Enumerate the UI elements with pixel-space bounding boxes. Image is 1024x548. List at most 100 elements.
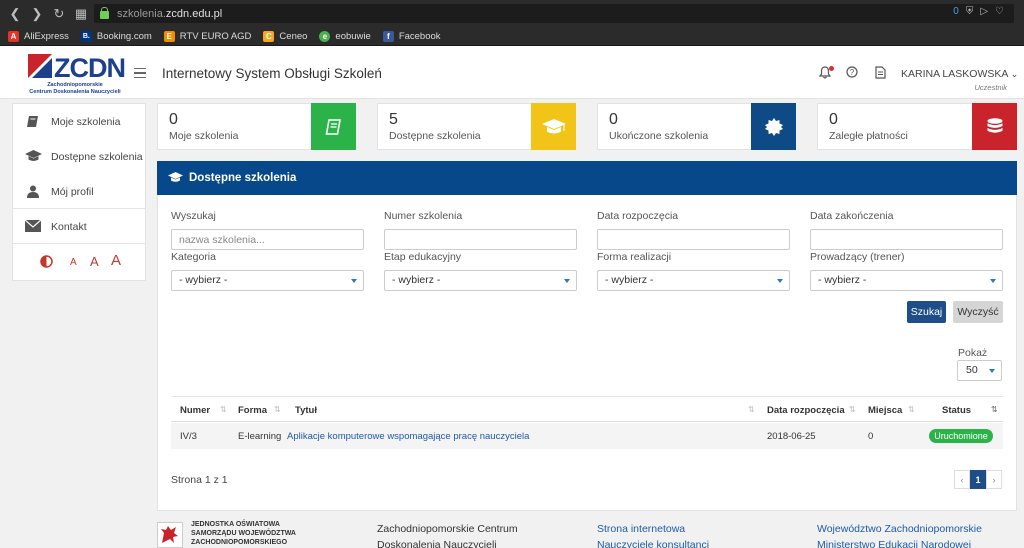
col-data-rozpoczecia[interactable]: Data rozpoczęcia (767, 405, 845, 416)
book-icon (325, 118, 341, 135)
sort-icon[interactable]: ⇅ (991, 405, 998, 414)
end-date-input[interactable] (810, 229, 1003, 250)
certificate-icon (764, 117, 783, 136)
back-icon[interactable]: ❮ (4, 3, 26, 25)
sort-icon[interactable]: ⇅ (274, 405, 281, 414)
col-tytul[interactable]: Tytuł (295, 405, 317, 416)
card-icon-box (531, 103, 576, 150)
send-icon[interactable]: ▷ (980, 6, 988, 17)
training-number-input[interactable] (384, 229, 577, 250)
logo-subtitle-1: Zachodniopomorskie (47, 82, 103, 88)
end-date-label: Data zakończenia (810, 210, 894, 222)
search-label: Wyszukaj (171, 210, 216, 222)
category-select[interactable]: - wybierz - (171, 270, 364, 291)
url-text: szkolenia.zcdn.edu.pl (117, 7, 223, 20)
page-size-label: Pokaż (958, 347, 988, 359)
card-ukonczone-szkolenia[interactable]: 0 Ukończone szkolenia (597, 103, 796, 150)
category-label: Kategoria (171, 251, 216, 263)
table-row[interactable]: IV/3 E-learning Aplikacje komputerowe ws… (171, 423, 1003, 449)
card-label: Zaległe płatności (829, 130, 908, 142)
crest-line-2: SAMORZĄDU WOJEWÓDZTWA (191, 530, 296, 537)
start-date-input[interactable] (597, 229, 790, 250)
sidebar-divider (13, 243, 145, 244)
footer-link-consultants[interactable]: Nauczyciele konsultanci (597, 539, 709, 548)
eobuwie-icon: e (319, 30, 331, 42)
ceneo-icon: C (263, 30, 275, 42)
page-info: Strona 1 z 1 (171, 474, 228, 486)
sort-icon[interactable]: ⇅ (748, 405, 755, 414)
start-date-label: Data rozpoczęcia (597, 210, 679, 222)
education-stage-select[interactable]: - wybierz - (384, 270, 577, 291)
document-icon[interactable] (873, 66, 887, 80)
col-miejsca[interactable]: Miejsca (868, 405, 902, 416)
notification-dot (829, 66, 834, 71)
card-dostepne-szkolenia[interactable]: 5 Dostępne szkolenia (377, 103, 576, 150)
font-size-small-button[interactable]: A (70, 257, 77, 268)
forward-icon[interactable]: ❯ (26, 3, 48, 25)
form-select[interactable]: - wybierz - (597, 270, 790, 291)
tabs-grid-icon[interactable]: ▦ (70, 3, 92, 25)
page-size-select[interactable]: 50 (957, 360, 1002, 381)
user-name: KARINA LASKOWSKA (901, 68, 1008, 80)
card-value: 5 (389, 111, 398, 128)
font-size-large-button[interactable]: A (111, 252, 121, 269)
next-page-button[interactable]: › (986, 470, 1002, 489)
footer-link-website[interactable]: Strona internetowa (597, 523, 685, 535)
help-icon[interactable]: ? (845, 66, 859, 80)
heart-icon[interactable]: ♡ (995, 6, 1004, 17)
cell-form: E-learning (238, 431, 282, 442)
sidebar-item-moje-szkolenia[interactable]: Moje szkolenia (13, 104, 145, 139)
sidebar-item-dostepne-szkolenia[interactable]: Dostępne szkolenia (13, 139, 145, 174)
zcdn-logo[interactable]: ZCDN Zachodniopomorskie Centrum Doskonal… (28, 53, 126, 95)
col-forma[interactable]: Forma (238, 405, 267, 416)
trainer-select[interactable]: - wybierz - (810, 270, 1003, 291)
bookmark-booking[interactable]: B. Booking.com (80, 30, 152, 42)
clear-button[interactable]: Wyczyść (953, 301, 1003, 323)
footer-link-voivodeship[interactable]: Województwo Zachodniopomorskie (817, 523, 982, 535)
sidebar-item-moj-profil[interactable]: Mój profil (13, 174, 145, 209)
user-menu[interactable]: KARINA LASKOWSKA ⌄ (901, 68, 1018, 80)
contrast-icon[interactable] (40, 255, 53, 271)
card-moje-szkolenia[interactable]: 0 Moje szkolenia (157, 103, 356, 150)
user-icon (24, 185, 42, 199)
font-size-medium-button[interactable]: A (90, 254, 99, 269)
sort-icon[interactable]: ⇅ (849, 405, 856, 414)
caret-down-icon (989, 369, 995, 373)
card-zalegle-platnosci[interactable]: 0 Zaległe płatności (817, 103, 1017, 150)
sort-icon[interactable]: ⇅ (220, 405, 227, 414)
page-1-button[interactable]: 1 (970, 470, 986, 489)
bookmark-facebook[interactable]: f Facebook (382, 30, 441, 42)
menu-toggle-icon[interactable] (134, 68, 146, 78)
shield-icon[interactable]: ⛨ (966, 6, 974, 17)
panel-title: Dostępne szkolenia (189, 172, 297, 184)
footer-link-ministry[interactable]: Ministerstwo Edukacji Narodowej (817, 539, 971, 548)
footer-org-line-1: Zachodniopomorskie Centrum (377, 523, 518, 535)
caret-down-icon (351, 279, 357, 283)
search-input[interactable] (171, 229, 364, 250)
card-label: Dostępne szkolenia (389, 130, 481, 142)
bookmark-rtv-euro-agd[interactable]: E RTV EURO AGD (163, 30, 251, 42)
bookmark-aliexpress[interactable]: A AliExpress (8, 30, 69, 42)
trainer-label: Prowadzący (trener) (810, 251, 905, 263)
bookmark-eobuwie[interactable]: e eobuwie (319, 30, 371, 42)
bookmark-ceneo[interactable]: C Ceneo (263, 30, 307, 42)
card-value: 0 (829, 111, 838, 128)
search-button[interactable]: Szukaj (907, 301, 946, 323)
address-bar[interactable]: szkolenia.zcdn.edu.pl 0 ⛨ ▷ ♡ (94, 4, 1014, 23)
logo-text: ZCDN (54, 53, 126, 83)
sidebar-item-kontakt[interactable]: Kontakt (13, 209, 145, 244)
envelope-icon (24, 219, 42, 234)
card-label: Moje szkolenia (169, 130, 239, 142)
app-title: Internetowy System Obsługi Szkoleń (162, 66, 382, 81)
training-title-link[interactable]: Aplikacje komputerowe wspomagające pracę… (287, 431, 529, 442)
sort-icon[interactable]: ⇅ (908, 405, 915, 414)
card-value: 0 (169, 111, 178, 128)
table-header: Numer ⇅ Forma ⇅ Tytuł ⇅ Data rozpoczęcia… (171, 396, 1003, 422)
rtv-euro-agd-icon: E (163, 30, 175, 42)
browser-toolbar: ❮ ❯ ↻ ▦ szkolenia.zcdn.edu.pl 0 ⛨ ▷ ♡ (0, 0, 1024, 27)
reload-icon[interactable]: ↻ (48, 3, 70, 25)
prev-page-button[interactable]: ‹ (954, 470, 970, 489)
col-numer[interactable]: Numer (180, 405, 210, 416)
col-status[interactable]: Status (942, 405, 971, 416)
user-role: Uczestnik (974, 83, 1007, 92)
